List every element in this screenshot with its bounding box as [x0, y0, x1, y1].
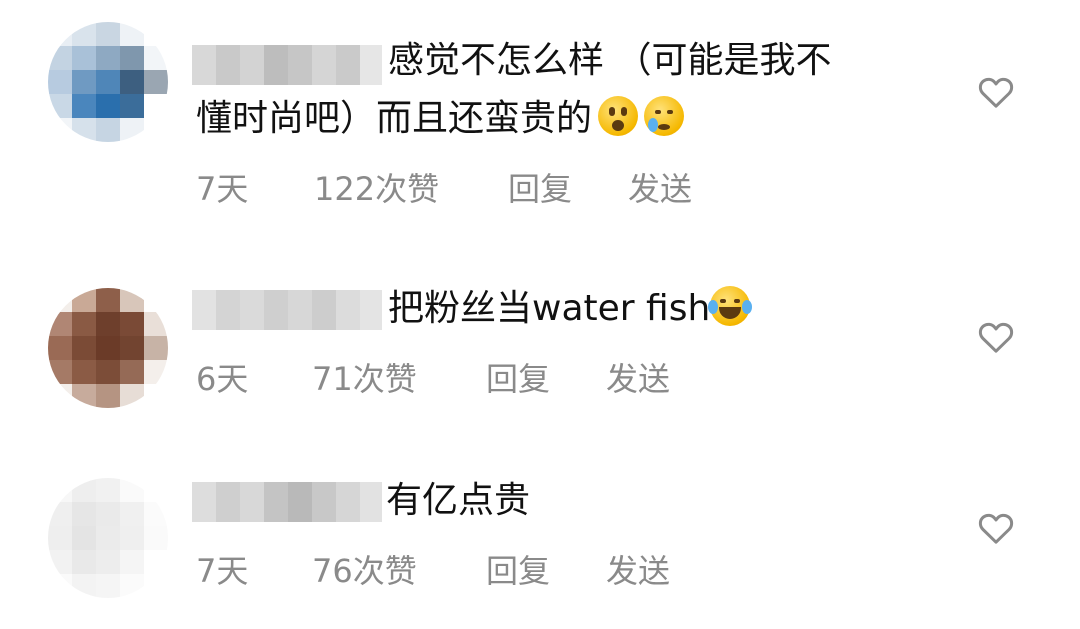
time-label: 6天 — [196, 360, 249, 398]
heart-icon[interactable] — [976, 317, 1016, 357]
comment-text-line: 有亿点贵 — [386, 480, 531, 521]
heart-icon[interactable] — [976, 72, 1016, 112]
time-label: 7天 — [196, 170, 249, 208]
likes-count[interactable]: 122次赞 — [314, 164, 439, 210]
avatar[interactable] — [48, 288, 168, 408]
comment-text-line: 把粉丝当water fish — [388, 288, 711, 329]
send-button[interactable]: 发送 — [606, 354, 670, 400]
send-button[interactable]: 发送 — [606, 546, 670, 592]
comment-text-line: 感觉不怎么样 （可能是我不 — [388, 40, 832, 81]
avatar[interactable] — [48, 22, 168, 142]
comment-text-continued: 懂时尚吧）而且还蛮贵的 — [196, 90, 685, 148]
avatar[interactable] — [48, 478, 168, 598]
reply-button[interactable]: 回复 — [486, 546, 550, 592]
send-button[interactable]: 发送 — [628, 164, 692, 210]
crying-face-emoji — [644, 96, 685, 136]
comment-text: 把粉丝当water fish — [388, 280, 753, 338]
comment-text-line: 懂时尚吧）而且还蛮贵的 — [196, 98, 593, 139]
tears-of-joy-emoji — [708, 286, 753, 326]
comment-text: 有亿点贵 — [386, 472, 530, 530]
likes-count[interactable]: 71次赞 — [312, 354, 417, 400]
username-blurred[interactable] — [192, 290, 382, 330]
username-blurred[interactable] — [192, 45, 382, 85]
reply-button[interactable]: 回复 — [486, 354, 550, 400]
reply-button[interactable]: 回复 — [508, 164, 572, 210]
comment-text: 感觉不怎么样 （可能是我不 — [388, 32, 831, 90]
username-blurred[interactable] — [192, 482, 382, 522]
time-label: 7天 — [196, 552, 249, 590]
likes-count[interactable]: 76次赞 — [312, 546, 417, 592]
hushed-face-emoji — [598, 96, 639, 136]
heart-icon[interactable] — [976, 508, 1016, 548]
